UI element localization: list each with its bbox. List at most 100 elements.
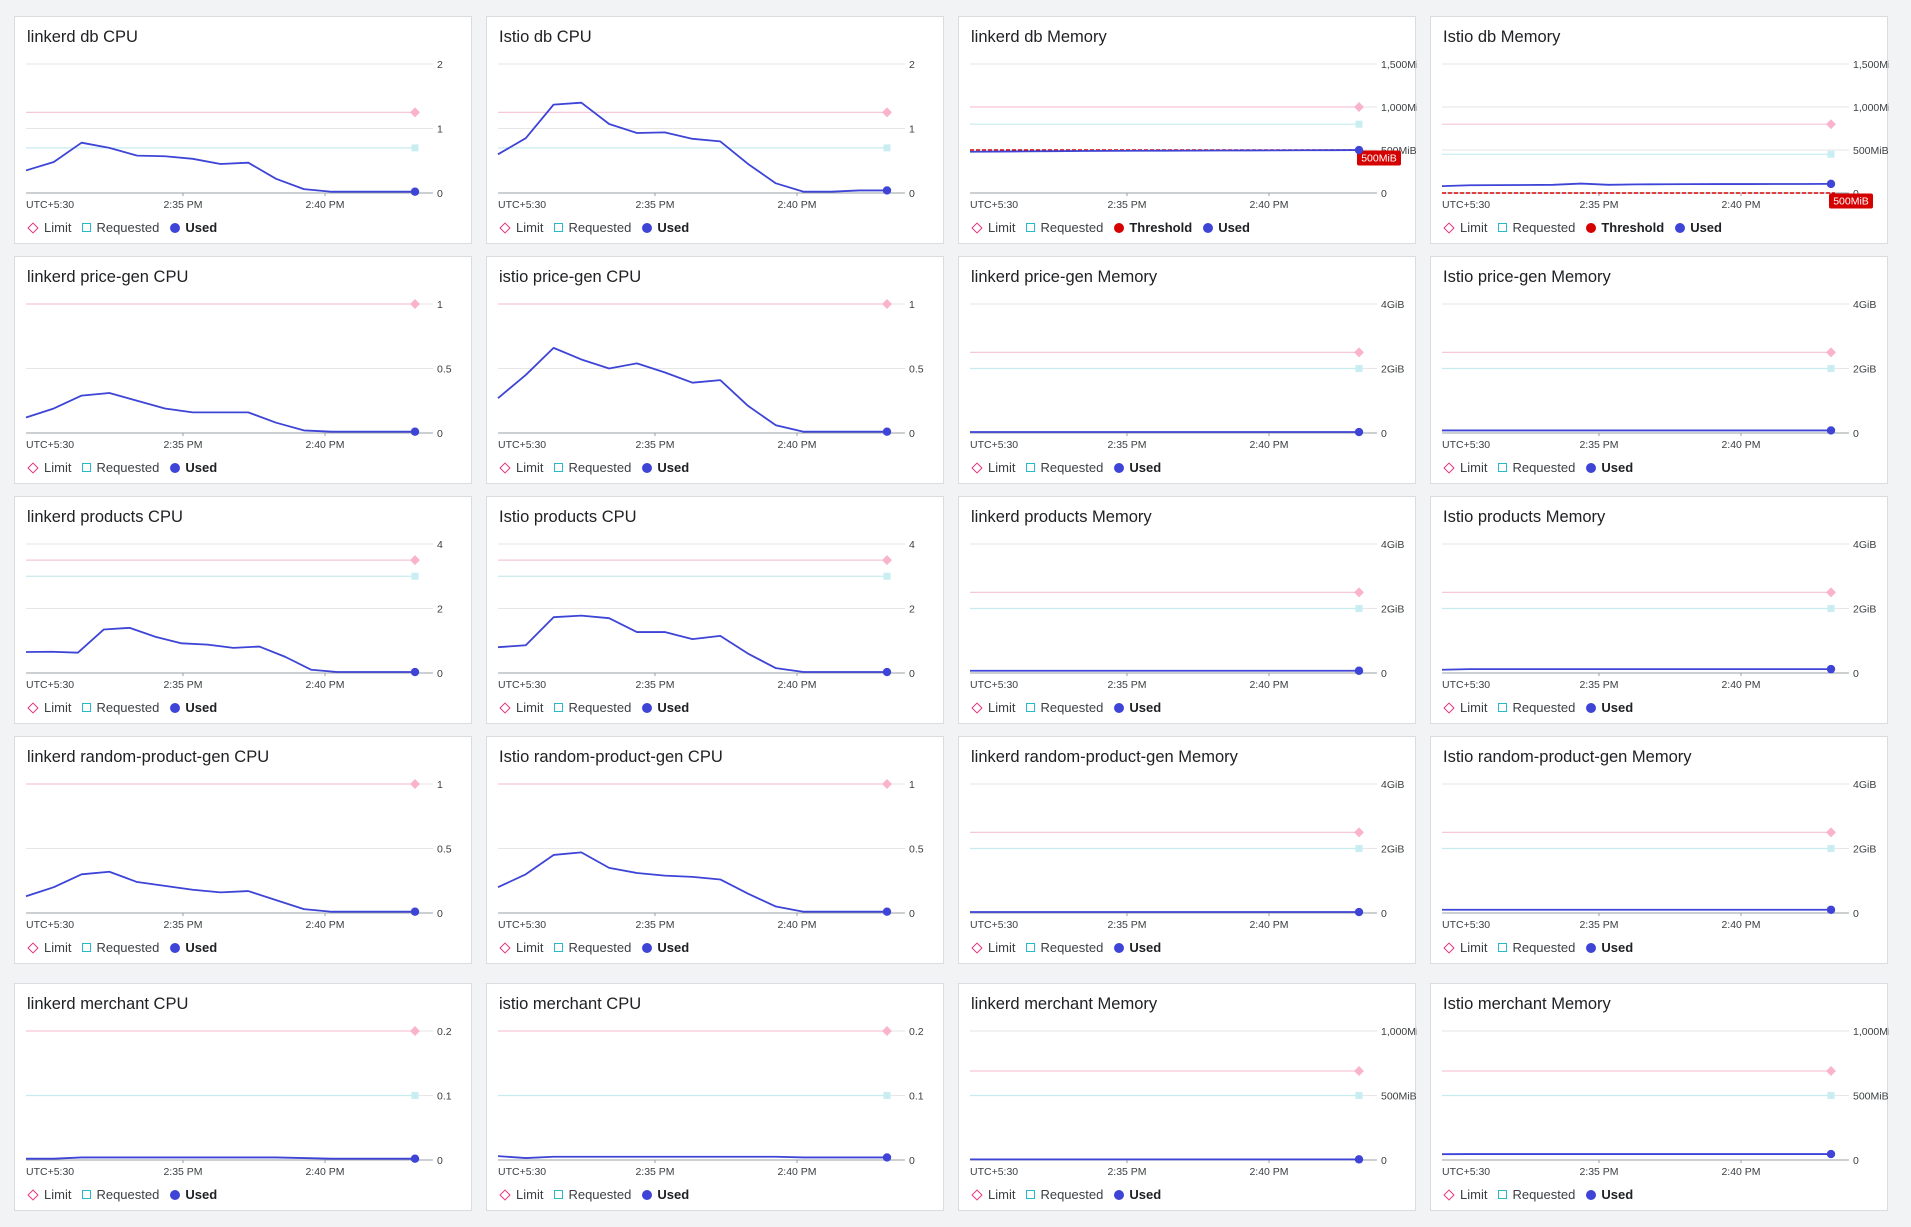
- legend-item-limit[interactable]: Limit: [499, 220, 543, 235]
- legend-item-requested[interactable]: Requested: [1026, 700, 1103, 715]
- legend-item-requested[interactable]: Requested: [1498, 460, 1575, 475]
- legend-item-used[interactable]: Used: [170, 1187, 217, 1202]
- chart-card-istio-products-memory[interactable]: Istio products Memory 0 2GiB 4GiB UTC+5:30 2:…: [1430, 496, 1888, 724]
- legend-item-used[interactable]: Used: [1586, 700, 1633, 715]
- legend-item-used[interactable]: Used: [1586, 940, 1633, 955]
- legend-item-used[interactable]: Used: [642, 700, 689, 715]
- legend-item-used[interactable]: Used: [642, 220, 689, 235]
- legend-item-requested[interactable]: Requested: [82, 1187, 159, 1202]
- used-last-point: [882, 1153, 892, 1162]
- legend-item-used[interactable]: Used: [1203, 220, 1250, 235]
- legend-item-used[interactable]: Used: [1114, 1187, 1161, 1202]
- legend-item-limit[interactable]: Limit: [27, 940, 71, 955]
- chart-card-istio-merchant-memory[interactable]: Istio merchant Memory0500MiB1,000MiBUTC+…: [1430, 983, 1889, 1211]
- legend-item-used[interactable]: Used: [1586, 460, 1633, 475]
- legend-item-requested[interactable]: Requested: [1026, 460, 1103, 475]
- used-last-point: [1354, 666, 1364, 675]
- chart-card-istio-random-product-gen-memory[interactable]: Istio random-product-gen Memory 0 2GiB 4GiB…: [1430, 736, 1888, 964]
- chart-legend: Limit Requested Used: [499, 1187, 700, 1202]
- legend-item-requested[interactable]: Requested: [554, 460, 631, 475]
- legend-item-limit[interactable]: Limit: [27, 1187, 71, 1202]
- legend-item-used[interactable]: Used: [1114, 940, 1161, 955]
- legend-item-used[interactable]: Used: [1114, 460, 1161, 475]
- legend-item-requested[interactable]: Requested: [82, 460, 159, 475]
- used-series-line: [25, 141, 415, 193]
- legend-item-requested[interactable]: Requested: [82, 700, 159, 715]
- legend-item-requested[interactable]: Requested: [1498, 700, 1575, 715]
- legend-item-used[interactable]: Used: [1586, 1187, 1633, 1202]
- legend-item-requested[interactable]: Requested: [1498, 1187, 1575, 1202]
- legend-item-threshold[interactable]: Threshold: [1114, 220, 1192, 235]
- chart-card-linkerd-random-product-gen-cpu[interactable]: linkerd random-product-gen CPU 0 0.5 1 UTC+5…: [14, 736, 472, 964]
- legend-item-requested[interactable]: Requested: [1498, 940, 1575, 955]
- chart-legend: Limit Requested Used: [1443, 460, 1644, 475]
- legend-item-requested[interactable]: Requested: [82, 940, 159, 955]
- chart-card-linkerd-random-product-gen-memory[interactable]: linkerd random-product-gen Memory 0 2GiB 4G…: [958, 736, 1416, 964]
- legend-used-icon: [642, 462, 653, 473]
- legend-item-limit[interactable]: Limit: [971, 1187, 1015, 1202]
- legend-item-limit[interactable]: Limit: [27, 700, 71, 715]
- chart-card-istio-merchant-cpu[interactable]: istio merchant CPU 0 0.1 0.2 UTC+5:30 2:35 PM…: [486, 983, 944, 1211]
- legend-item-used[interactable]: Used: [642, 460, 689, 475]
- legend-item-requested[interactable]: Requested: [554, 220, 631, 235]
- legend-item-threshold[interactable]: Threshold: [1586, 220, 1664, 235]
- chart-card-linkerd-db-memory[interactable]: linkerd db Memory0500MiB1,000MiB1,500MiB…: [958, 16, 1417, 244]
- legend-item-limit[interactable]: Limit: [971, 700, 1015, 715]
- legend-item-used[interactable]: Used: [170, 220, 217, 235]
- legend-item-used[interactable]: Used: [642, 940, 689, 955]
- legend-item-used[interactable]: Used: [1114, 700, 1161, 715]
- legend-item-requested[interactable]: Requested: [554, 940, 631, 955]
- legend-item-requested[interactable]: Requested: [554, 700, 631, 715]
- chart-card-istio-price-gen-cpu[interactable]: istio price-gen CPU 0 0.5 1 UTC+5:30 2:35 PM 2…: [486, 256, 944, 484]
- x-tick-label: 2:35 PM: [1579, 679, 1618, 691]
- chart-card-istio-db-cpu[interactable]: Istio db CPU 0 1 2 UTC+5:30 2:35 PM 2:40 PM Lim…: [486, 16, 944, 244]
- legend-item-requested[interactable]: Requested: [1026, 940, 1103, 955]
- legend-item-requested[interactable]: Requested: [1026, 220, 1103, 235]
- legend-item-used[interactable]: Used: [642, 1187, 689, 1202]
- legend-item-used[interactable]: Used: [170, 700, 217, 715]
- chart-card-istio-random-product-gen-cpu[interactable]: Istio random-product-gen CPU 0 0.5 1 UTC+5:3…: [486, 736, 944, 964]
- legend-item-requested[interactable]: Requested: [82, 220, 159, 235]
- timezone-label: UTC+5:30: [26, 679, 74, 691]
- legend-item-limit[interactable]: Limit: [499, 460, 543, 475]
- y-tick-label: 0.2: [437, 1026, 452, 1038]
- chart-card-istio-db-memory[interactable]: Istio db Memory0500MiB1,000MiB1,500MiBUT…: [1430, 16, 1889, 244]
- legend-item-limit[interactable]: Limit: [1443, 700, 1487, 715]
- chart-card-linkerd-merchant-cpu[interactable]: linkerd merchant CPU 0 0.1 0.2 UTC+5:30 2:35 …: [14, 983, 472, 1211]
- legend-item-limit[interactable]: Limit: [27, 220, 71, 235]
- legend-used-label: Used: [1129, 700, 1162, 715]
- legend-item-limit[interactable]: Limit: [499, 940, 543, 955]
- chart-card-istio-price-gen-memory[interactable]: Istio price-gen Memory 0 2GiB 4GiB UTC+5:30 2…: [1430, 256, 1888, 484]
- legend-item-limit[interactable]: Limit: [499, 700, 543, 715]
- limit-marker: [882, 555, 892, 566]
- chart-card-istio-products-cpu[interactable]: Istio products CPU 0 2 4 UTC+5:30 2:35 PM 2:40…: [486, 496, 944, 724]
- legend-requested-icon: [82, 703, 92, 712]
- chart-card-linkerd-products-cpu[interactable]: linkerd products CPU 0 2 4 UTC+5:30 2:35 PM 2:…: [14, 496, 472, 724]
- legend-item-used[interactable]: Used: [170, 460, 217, 475]
- legend-item-limit[interactable]: Limit: [499, 1187, 543, 1202]
- legend-item-requested[interactable]: Requested: [1026, 1187, 1103, 1202]
- legend-item-limit[interactable]: Limit: [1443, 940, 1487, 955]
- chart-card-linkerd-price-gen-cpu[interactable]: linkerd price-gen CPU 0 0.5 1 UTC+5:30 2:35 P…: [14, 256, 472, 484]
- legend-item-used[interactable]: Used: [170, 940, 217, 955]
- chart-card-linkerd-db-cpu[interactable]: linkerd db CPU 0 1 2 UTC+5:30 2:35 PM 2:40 PM L…: [14, 16, 472, 244]
- legend-item-limit[interactable]: Limit: [27, 460, 71, 475]
- legend-item-limit[interactable]: Limit: [1443, 1187, 1487, 1202]
- legend-item-used[interactable]: Used: [1675, 220, 1722, 235]
- legend-item-requested[interactable]: Requested: [554, 1187, 631, 1202]
- timezone-label: UTC+5:30: [498, 679, 546, 691]
- chart-card-linkerd-merchant-memory[interactable]: linkerd merchant Memory0500MiB1,000MiBUT…: [958, 983, 1417, 1211]
- chart-legend: Limit Requested Used: [1443, 1187, 1644, 1202]
- legend-item-requested[interactable]: Requested: [1498, 220, 1575, 235]
- legend-item-limit[interactable]: Limit: [971, 460, 1015, 475]
- legend-item-limit[interactable]: Limit: [971, 940, 1015, 955]
- legend-item-limit[interactable]: Limit: [1443, 460, 1487, 475]
- legend-item-limit[interactable]: Limit: [1443, 220, 1487, 235]
- legend-item-limit[interactable]: Limit: [971, 220, 1015, 235]
- x-tick-label: 2:40 PM: [777, 1166, 816, 1178]
- legend-requested-label: Requested: [568, 220, 632, 235]
- legend-limit-label: Limit: [1460, 700, 1488, 715]
- chart-card-linkerd-price-gen-memory[interactable]: linkerd price-gen Memory 0 2GiB 4GiB UTC+5:3…: [958, 256, 1416, 484]
- chart-card-linkerd-products-memory[interactable]: linkerd products Memory 0 2GiB 4GiB UTC+5:30…: [958, 496, 1416, 724]
- chart-legend: Limit Requested Used: [27, 460, 228, 475]
